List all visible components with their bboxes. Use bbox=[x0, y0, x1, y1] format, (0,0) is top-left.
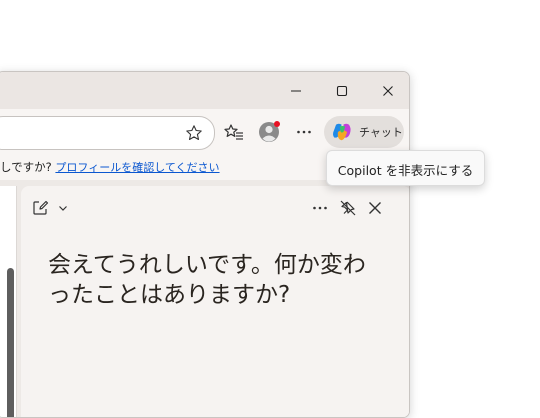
more-button[interactable] bbox=[291, 119, 317, 145]
content-area: 会えてうれしいです。何か変わったことはありますか? bbox=[0, 180, 409, 417]
close-icon bbox=[369, 202, 381, 214]
minimize-icon bbox=[291, 90, 301, 91]
browser-toolbar: チャット bbox=[0, 109, 409, 154]
profile-check-link[interactable]: プロフィールを確認してください bbox=[55, 161, 219, 174]
unpin-icon bbox=[340, 200, 356, 216]
maximize-button[interactable] bbox=[319, 72, 365, 109]
browser-window: チャット しですか? プロフィールを確認してください 会えてうれしいです。何か変… bbox=[0, 71, 410, 418]
star-icon bbox=[186, 125, 202, 141]
compose-icon bbox=[33, 200, 49, 215]
more-icon bbox=[313, 206, 327, 210]
close-pane-button[interactable] bbox=[364, 197, 386, 219]
favorite-button[interactable] bbox=[182, 121, 206, 145]
chevron-down-icon bbox=[59, 206, 67, 211]
copilot-greeting: 会えてうれしいです。何か変わったことはありますか? bbox=[48, 252, 366, 308]
tooltip-text: Copilot を非表示にする bbox=[337, 163, 474, 178]
favorites-button[interactable] bbox=[221, 119, 247, 145]
title-bar bbox=[0, 72, 409, 109]
minimize-button[interactable] bbox=[273, 72, 319, 109]
notification-dot bbox=[274, 121, 280, 127]
copilot-pane: 会えてうれしいです。何か変わったことはありますか? bbox=[21, 186, 409, 417]
favorites-icon bbox=[224, 124, 243, 140]
chat-label: チャット bbox=[359, 126, 403, 139]
scrollbar-thumb[interactable] bbox=[7, 268, 14, 417]
profile-button[interactable] bbox=[256, 118, 284, 146]
copilot-chat-button[interactable]: チャット bbox=[324, 116, 404, 148]
copilot-icon bbox=[333, 123, 351, 141]
tooltip: Copilot を非表示にする bbox=[326, 150, 485, 186]
new-chat-button[interactable] bbox=[29, 197, 51, 219]
close-window-button[interactable] bbox=[365, 72, 409, 109]
info-text: しですか? bbox=[0, 160, 56, 174]
page-pane bbox=[0, 186, 17, 417]
info-message: しですか? プロフィールを確認してください bbox=[0, 159, 220, 175]
maximize-icon bbox=[336, 85, 348, 96]
address-bar[interactable] bbox=[0, 116, 215, 150]
mode-dropdown[interactable] bbox=[54, 199, 72, 217]
pane-more-button[interactable] bbox=[309, 198, 331, 218]
unpin-button[interactable] bbox=[337, 197, 359, 219]
close-icon bbox=[383, 85, 393, 96]
profile-avatar bbox=[259, 121, 280, 142]
more-icon bbox=[297, 130, 311, 134]
